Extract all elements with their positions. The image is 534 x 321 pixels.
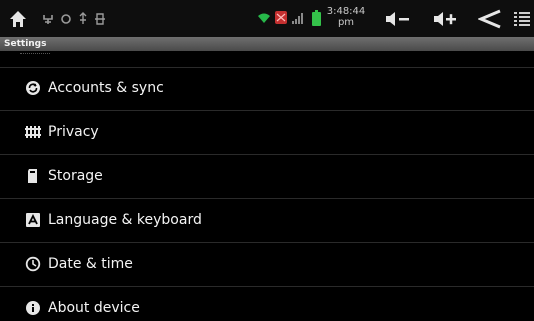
page-title: Settings: [4, 39, 47, 49]
home-icon[interactable]: [9, 10, 27, 28]
settings-item-about-device[interactable]: About device: [0, 287, 534, 321]
privacy-icon: [25, 126, 41, 138]
battery-icon: [312, 10, 321, 26]
clock-icon: [25, 256, 41, 272]
status-clock: 3:48:44 pm: [325, 6, 367, 28]
menu-icon[interactable]: [514, 11, 530, 27]
back-icon[interactable]: [478, 9, 502, 29]
settings-item-storage[interactable]: Storage: [0, 155, 534, 199]
list-item-partial[interactable]: [0, 51, 534, 68]
sd-icon: [95, 13, 105, 25]
signal-icon: [292, 13, 303, 24]
status-bar: 3:48:44 pm: [0, 0, 534, 37]
settings-item-label: Storage: [48, 168, 103, 184]
settings-item-label: Date & time: [48, 256, 133, 272]
info-icon: [26, 301, 40, 315]
settings-item-language-keyboard[interactable]: Language & keyboard: [0, 199, 534, 243]
settings-item-privacy[interactable]: Privacy: [0, 111, 534, 155]
usb-icon: [43, 15, 53, 24]
language-keyboard-icon: [26, 213, 40, 227]
sync-icon: [61, 14, 71, 24]
title-bar: Settings: [0, 37, 534, 51]
settings-item-date-time[interactable]: Date & time: [0, 243, 534, 287]
volume-down-icon[interactable]: [385, 11, 411, 27]
no-signal-icon: [275, 11, 287, 24]
accounts-sync-icon: [26, 81, 40, 95]
volume-up-icon[interactable]: [433, 11, 459, 27]
scroll-remnant: [20, 53, 50, 56]
settings-item-label: Privacy: [48, 124, 99, 140]
settings-item-label: Accounts & sync: [48, 80, 164, 96]
settings-item-accounts-sync[interactable]: Accounts & sync: [0, 67, 534, 111]
settings-item-label: Language & keyboard: [48, 212, 202, 228]
wifi-icon: [258, 13, 270, 23]
settings-item-label: About device: [48, 300, 140, 316]
clock-time: 3:48:44: [326, 6, 366, 17]
usb-debug-icon: [79, 12, 87, 24]
clock-ampm: pm: [337, 17, 355, 28]
storage-icon: [28, 169, 37, 183]
